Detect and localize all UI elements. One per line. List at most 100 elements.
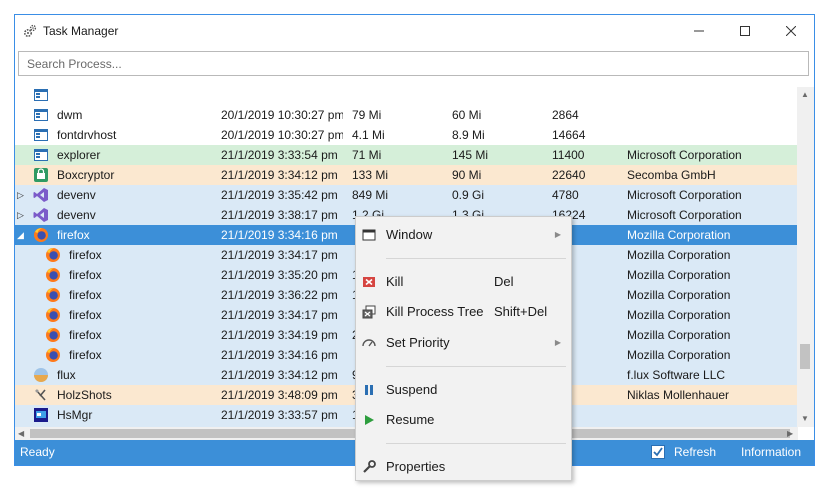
firefox-icon [46,248,60,262]
submenu-arrow-icon: ▶ [554,338,561,347]
menu-item-set-priority[interactable]: Set Priority ▶ [356,331,571,355]
process-row[interactable] [15,87,798,105]
process-row[interactable]: ▷ devenv 21/1/2019 3:35:42 pm 849 Mi 0.9 Gi 4… [15,185,798,205]
process-name: Boxcryptor [57,168,115,182]
gauge-icon [362,339,376,347]
collapse-arrow-icon[interactable]: ◢ [17,225,27,245]
menu-item-kill-tree[interactable]: Kill Process Tree Shift+Del [356,300,571,324]
process-company-cell: Mozilla Corporation [627,288,731,302]
menu-separator [386,366,566,367]
menu-item-properties[interactable]: Properties [356,455,571,479]
maximize-button[interactable] [722,15,768,47]
process-memory-cell: 133 Mi [352,168,389,182]
scroll-right-icon[interactable]: ▶ [787,429,793,439]
process-name: flux [57,368,76,382]
process-started-cell: 21/1/2019 3:36:22 pm [221,288,338,302]
wrench-icon [363,460,376,473]
process-pid-cell: 22640 [552,168,586,182]
process-company-cell: Microsoft Corporation [627,188,742,202]
scroll-down-icon[interactable]: ▼ [801,414,809,424]
submenu-arrow-icon: ▶ [554,230,561,239]
process-row[interactable]: dwm 20/1/2019 10:30:27 pm 79 Mi 60 Mi 2864 [15,105,798,125]
menu-item-kill[interactable]: Kill Del [356,270,571,294]
menu-item-suspend-label: Suspend [386,382,438,397]
process-name: dwm [57,108,83,122]
process-pid-cell [552,87,622,105]
process-started-cell: 21/1/2019 3:33:54 pm [221,148,338,162]
firefox-icon [46,348,60,362]
process-private-cell: 90 Mi [452,168,482,182]
process-started-cell: 20/1/2019 10:30:27 pm [221,128,343,142]
menu-item-window[interactable]: Window ▶ [356,223,571,247]
search-box[interactable] [18,51,809,76]
process-name [57,87,205,105]
information-button[interactable]: Information [741,440,801,465]
menu-item-kill-label: Kill [386,274,404,289]
process-name: firefox [69,328,102,342]
refresh-label[interactable]: Refresh [674,440,716,465]
process-private-cell: 0.9 Gi [452,188,485,202]
firefox-icon [34,228,48,242]
pause-icon [365,385,373,395]
minimize-icon [694,30,704,32]
process-name: fontdrvhost [57,128,117,142]
refresh-checkbox[interactable] [651,445,665,459]
process-name: HolzShots [57,388,112,402]
holzshots-icon [35,389,46,401]
scroll-left-icon[interactable]: ◀ [18,429,24,439]
process-row[interactable]: Boxcryptor 21/1/2019 3:34:12 pm 133 Mi 90 M… [15,165,798,185]
process-started-cell [221,87,343,105]
window-icon [34,149,48,161]
menu-item-suspend[interactable]: Suspend [356,378,571,402]
vertical-scroll-thumb[interactable] [800,344,810,369]
menu-item-resume[interactable]: Resume [356,408,571,432]
process-started-cell: 21/1/2019 3:38:17 pm [221,208,338,222]
flux-icon [34,368,48,382]
scroll-up-icon[interactable]: ▲ [801,90,809,100]
search-input[interactable] [19,52,808,75]
process-started-cell: 21/1/2019 3:34:16 pm [221,228,338,242]
process-pid-cell: 2864 [552,108,579,122]
process-company-cell: f.lux Software LLC [627,368,726,382]
firefox-icon [46,268,60,282]
process-memory-cell: 4.1 Mi [352,128,385,142]
firefox-icon [46,328,60,342]
menu-separator [386,258,566,259]
process-pid-cell: 14664 [552,128,586,142]
process-company-cell [627,125,797,145]
window-icon [34,129,48,141]
process-name: firefox [57,228,90,242]
menu-item-properties-label: Properties [386,459,446,474]
process-started-cell: 20/1/2019 10:30:27 pm [221,108,343,122]
process-row[interactable]: fontdrvhost 20/1/2019 10:30:27 pm 4.1 Mi 8.… [15,125,798,145]
expand-arrow-icon[interactable]: ▷ [17,205,27,225]
process-company-cell: Mozilla Corporation [627,228,731,242]
expand-arrow-icon[interactable]: ▷ [17,185,27,205]
menu-item-kill-tree-shortcut: Shift+Del [494,304,548,319]
process-company-cell [627,87,797,105]
close-button[interactable] [768,15,814,47]
menu-item-window-label: Window [386,227,433,242]
kill-icon [363,277,375,287]
process-memory-cell: 79 Mi [352,108,382,122]
process-row[interactable]: explorer 21/1/2019 3:33:54 pm 71 Mi 145 Mi 1… [15,145,798,165]
process-started-cell: 21/1/2019 3:35:42 pm [221,188,338,202]
process-company-cell: Niklas Mollenhauer [627,388,730,402]
kill-tree-icon [362,305,376,319]
gears-icon [23,24,37,38]
hsmgr-icon [34,408,48,422]
title-bar[interactable]: Task Manager [15,15,814,47]
vertical-scrollbar[interactable]: ▲ ▼ [797,87,814,427]
close-icon [786,26,796,36]
status-text: Ready [20,445,55,459]
visual-studio-icon [33,208,48,222]
process-pid-cell: 4780 [552,188,579,202]
process-company-cell: Secomba GmbH [627,168,716,182]
process-company-cell [627,105,797,125]
minimize-button[interactable] [676,15,722,47]
context-menu: Window ▶ Kill Del Kill Process Tree Shif… [355,216,572,481]
window-icon [34,89,48,101]
process-started-cell: 21/1/2019 3:35:20 pm [221,268,338,282]
process-started-cell: 21/1/2019 3:34:12 pm [221,368,338,382]
process-pid-cell: 11400 [552,148,585,162]
